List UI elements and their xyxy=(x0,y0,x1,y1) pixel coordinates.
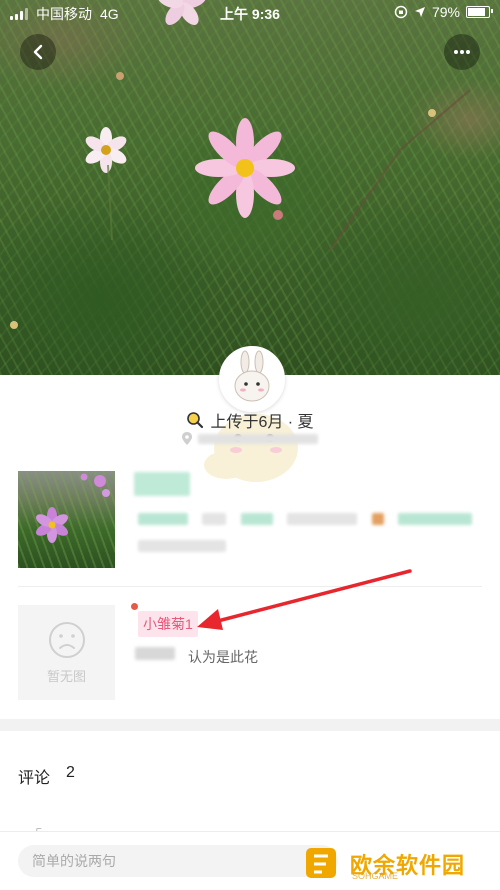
comments-title: 评论 xyxy=(18,770,51,787)
location-text-redacted xyxy=(198,433,318,444)
identifier-name-redacted xyxy=(135,647,175,665)
orientation-lock-icon xyxy=(394,5,408,19)
section-divider xyxy=(18,586,482,587)
status-bar: 中国移动 4G 上午 9:36 79% xyxy=(0,0,500,26)
species-tag[interactable]: 小雏菊1 xyxy=(138,611,198,637)
comments-count: 2 xyxy=(66,764,75,781)
section-separator xyxy=(0,719,500,731)
location-arrow-icon xyxy=(414,7,425,17)
no-image-label: 暂无图 xyxy=(46,669,86,684)
cosmos-flowers-image xyxy=(10,0,471,329)
battery-icon xyxy=(466,6,493,18)
back-button[interactable] xyxy=(20,34,56,70)
plant-photo[interactable]: 中国移动 4G 上午 9:36 79% xyxy=(0,0,500,375)
pink-cosmos-thumbnail-image xyxy=(36,473,110,543)
site-watermark: 欧余软件园 SOHGAME xyxy=(304,841,496,887)
plant-title-redacted xyxy=(134,472,190,501)
upload-info-row: 上传于6月 · 夏 xyxy=(0,408,500,432)
uploader-avatar[interactable] xyxy=(219,346,285,412)
chevron-left-icon xyxy=(33,44,43,60)
flower-tag-icon xyxy=(131,603,138,610)
more-button[interactable] xyxy=(444,34,480,70)
upload-info-text: 上传于6月 · 夏 xyxy=(210,414,314,431)
rabbit-avatar-icon xyxy=(221,348,283,410)
sad-face-icon xyxy=(48,622,85,658)
plant-description-redacted xyxy=(138,512,483,557)
no-image-placeholder: 暂无图 xyxy=(18,605,115,700)
identification-text: 认为是此花 xyxy=(188,649,258,665)
location-pin-icon xyxy=(182,432,192,445)
location-row xyxy=(0,432,500,445)
comment-input[interactable] xyxy=(18,845,338,877)
watermark-subtext: SOHGAME xyxy=(352,871,399,881)
magnifier-icon xyxy=(187,412,204,429)
watermark-logo-icon xyxy=(306,848,336,878)
more-dots-icon xyxy=(454,50,470,54)
plant-thumbnail[interactable] xyxy=(18,471,115,568)
battery-percent: 79% xyxy=(431,4,460,20)
